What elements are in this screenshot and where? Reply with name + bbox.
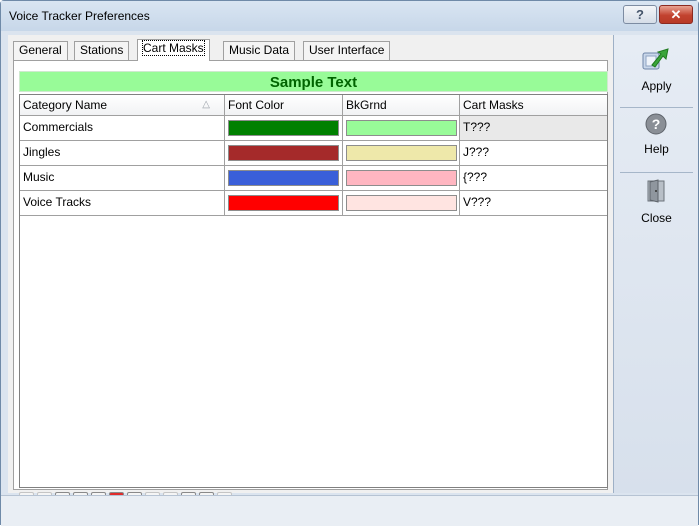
- bkgrnd-swatch[interactable]: [346, 120, 457, 136]
- sidebar-divider: [620, 107, 693, 108]
- column-header-cart-masks[interactable]: Cart Masks: [460, 95, 607, 115]
- bkgrnd-swatch[interactable]: [346, 170, 457, 186]
- bkgrnd-swatch[interactable]: [346, 145, 457, 161]
- title-help-button[interactable]: ?: [623, 5, 657, 24]
- cart-mask-cell[interactable]: T???: [460, 116, 607, 141]
- font-color-cell[interactable]: [225, 166, 343, 191]
- table-row[interactable]: Music {???: [20, 166, 607, 191]
- tab-user-interface[interactable]: User Interface: [303, 41, 391, 60]
- tab-general[interactable]: General: [13, 41, 68, 60]
- cart-mask-cell[interactable]: {???: [460, 166, 607, 191]
- category-name-cell[interactable]: Voice Tracks: [20, 191, 225, 216]
- tab-cart-masks[interactable]: Cart Masks: [137, 39, 210, 61]
- sample-text-preview: Sample Text: [19, 71, 608, 92]
- font-color-swatch[interactable]: [228, 195, 339, 211]
- sort-ascending-icon: △: [202, 99, 210, 110]
- table-row[interactable]: Commercials T???: [20, 116, 607, 141]
- bkgrnd-cell[interactable]: [343, 116, 460, 141]
- font-color-swatch[interactable]: [228, 170, 339, 186]
- table-row[interactable]: Jingles J???: [20, 141, 607, 166]
- category-name-cell[interactable]: Music: [20, 166, 225, 191]
- font-color-cell[interactable]: [225, 116, 343, 141]
- column-header-bkgrnd[interactable]: BkGrnd: [343, 95, 460, 115]
- category-name-cell[interactable]: Commercials: [20, 116, 225, 141]
- bkgrnd-cell[interactable]: [343, 191, 460, 216]
- cart-masks-grid: Category Name △ Font Color BkGrnd Cart M…: [19, 94, 608, 488]
- status-bar: [1, 495, 698, 526]
- bkgrnd-swatch[interactable]: [346, 195, 457, 211]
- preferences-window: Voice Tracker Preferences ? ✕ General St…: [0, 0, 699, 526]
- bkgrnd-cell[interactable]: [343, 166, 460, 191]
- tab-stations[interactable]: Stations: [74, 41, 130, 60]
- grid-header: Category Name △ Font Color BkGrnd Cart M…: [20, 95, 607, 116]
- sidebar-divider: [620, 172, 693, 173]
- title-bar: Voice Tracker Preferences ? ✕: [1, 1, 698, 31]
- help-icon: ?: [645, 113, 667, 135]
- bkgrnd-cell[interactable]: [343, 141, 460, 166]
- font-color-cell[interactable]: [225, 141, 343, 166]
- category-name-cell[interactable]: Jingles: [20, 141, 225, 166]
- cart-mask-cell[interactable]: J???: [460, 141, 607, 166]
- tab-music-data[interactable]: Music Data: [223, 41, 296, 60]
- close-button[interactable]: Close: [614, 175, 699, 235]
- action-sidebar: Apply ? Help Close: [613, 35, 698, 493]
- main-content: General Stations Cart Masks Music Data U…: [8, 35, 613, 507]
- apply-button[interactable]: Apply: [614, 41, 699, 101]
- font-color-swatch[interactable]: [228, 120, 339, 136]
- font-color-cell[interactable]: [225, 191, 343, 216]
- close-label: Close: [641, 211, 672, 225]
- window-title: Voice Tracker Preferences: [9, 9, 150, 23]
- help-button[interactable]: ? Help: [614, 109, 699, 169]
- help-label: Help: [644, 142, 669, 156]
- font-color-swatch[interactable]: [228, 145, 339, 161]
- column-header-font-color[interactable]: Font Color: [225, 95, 343, 115]
- cart-mask-cell[interactable]: V???: [460, 191, 607, 216]
- svg-text:?: ?: [652, 116, 661, 132]
- door-icon: [647, 179, 665, 203]
- apply-icon: [642, 48, 669, 70]
- apply-label: Apply: [641, 79, 672, 93]
- title-close-button[interactable]: ✕: [659, 5, 693, 24]
- column-header-category-name[interactable]: Category Name △: [20, 95, 225, 115]
- table-row[interactable]: Voice Tracks V???: [20, 191, 607, 216]
